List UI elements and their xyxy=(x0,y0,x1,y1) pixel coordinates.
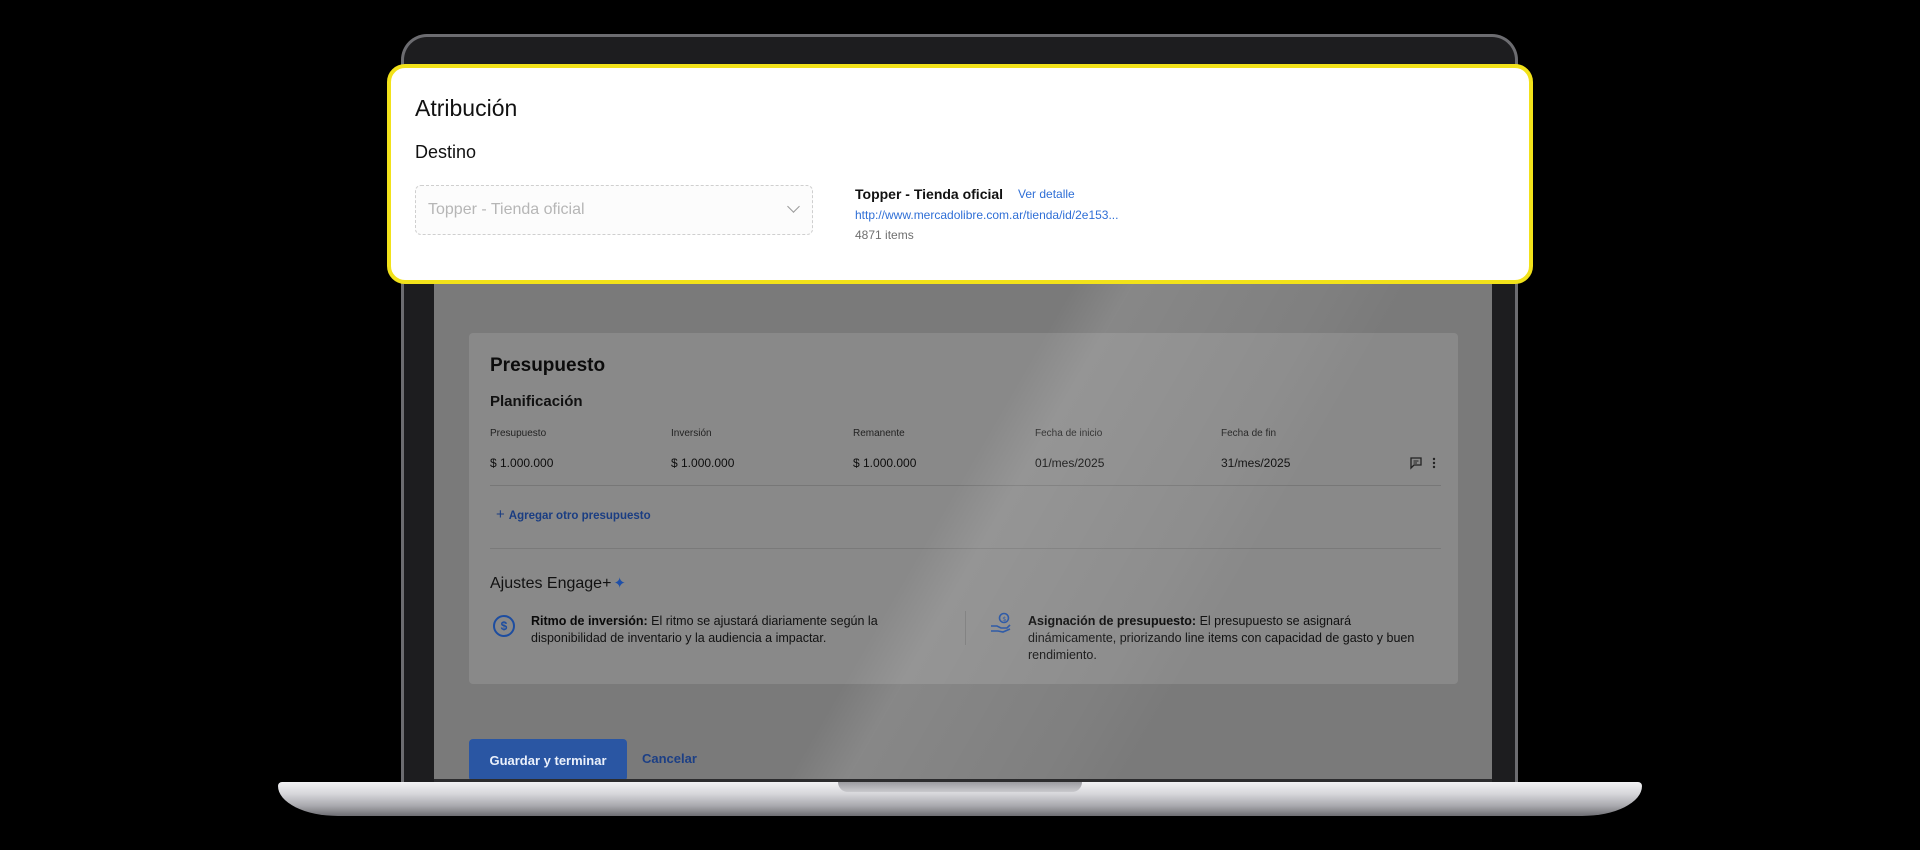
column-header-end-date: Fecha de fin xyxy=(1221,428,1277,439)
setting-investment-pace-label: Ritmo de inversión: xyxy=(531,614,648,628)
hand-coin-icon: $ xyxy=(991,612,1011,633)
cell-remaining: $ 1.000.000 xyxy=(853,456,917,470)
svg-text:$: $ xyxy=(1002,615,1006,623)
store-url-link[interactable]: http://www.mercadolibre.com.ar/tienda/id… xyxy=(855,208,1118,222)
destination-select[interactable]: Topper - Tienda oficial xyxy=(415,185,813,235)
cell-start-date: 01/mes/2025 xyxy=(1035,456,1105,470)
cancel-button[interactable]: Cancelar xyxy=(642,751,697,766)
laptop-base-notch xyxy=(838,782,1082,792)
destination-label: Destino xyxy=(415,142,477,162)
store-name: Topper - Tienda oficial xyxy=(855,186,1004,202)
setting-budget-allocation-label: Asignación de presupuesto: xyxy=(1028,614,1197,628)
destination-select-value: Topper - Tienda oficial xyxy=(428,201,585,218)
sparkle-icon: ✦ xyxy=(613,575,626,592)
cell-investment: $ 1.000.000 xyxy=(671,456,735,470)
cell-end-date: 31/mes/2025 xyxy=(1221,456,1291,470)
row-divider xyxy=(490,485,1441,486)
setting-budget-allocation: Asignación de presupuesto: El presupuest… xyxy=(1028,613,1438,664)
setting-investment-pace: Ritmo de inversión: El ritmo se ajustará… xyxy=(531,613,921,647)
dollar-clock-icon: $ xyxy=(493,615,515,637)
attribution-title: Atribución xyxy=(415,95,518,121)
store-items-count: 4871 items xyxy=(855,228,914,242)
more-vertical-icon[interactable] xyxy=(1431,456,1437,470)
plus-icon: + xyxy=(496,506,505,523)
section-divider xyxy=(490,548,1441,549)
column-header-budget: Presupuesto xyxy=(490,428,547,439)
settings-separator xyxy=(965,611,966,645)
add-budget-label: Agregar otro presupuesto xyxy=(508,510,651,522)
engage-settings-title: Ajustes Engage+ ✦ xyxy=(490,574,626,593)
view-detail-link[interactable]: Ver detalle xyxy=(1018,187,1075,201)
cell-budget: $ 1.000.000 xyxy=(490,456,554,470)
planning-title: Planificación xyxy=(490,393,583,410)
comment-icon[interactable] xyxy=(1409,456,1423,470)
budget-title: Presupuesto xyxy=(490,355,606,376)
chevron-down-icon xyxy=(787,200,800,213)
budget-card: Presupuesto Planificación Presupuesto In… xyxy=(469,333,1458,684)
engage-title-text: Ajustes Engage+ xyxy=(490,575,612,592)
column-header-remaining: Remanente xyxy=(853,428,905,439)
attribution-panel: Atribución Destino Topper - Tienda ofici… xyxy=(387,64,1533,284)
column-header-start-date: Fecha de inicio xyxy=(1035,428,1103,439)
add-budget-link[interactable]: + Agregar otro presupuesto xyxy=(496,506,651,523)
save-and-finish-button[interactable]: Guardar y terminar xyxy=(469,739,627,779)
column-header-investment: Inversión xyxy=(671,428,712,439)
